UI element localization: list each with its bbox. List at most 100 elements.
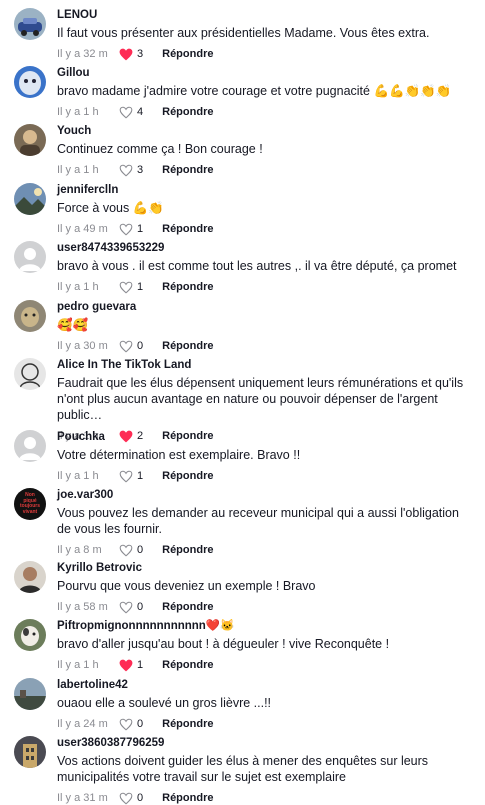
- avatar[interactable]: [14, 430, 46, 462]
- avatar[interactable]: [14, 678, 46, 710]
- reply-button[interactable]: Répondre: [162, 340, 213, 352]
- like-button[interactable]: 0: [119, 340, 143, 353]
- comment-text: Vous pouvez les demander au receveur mun…: [57, 506, 459, 536]
- like-button[interactable]: 0: [119, 601, 143, 614]
- comment-meta: Il y a 1 h 4 Répondre: [57, 105, 475, 119]
- heart-icon: [119, 223, 133, 236]
- reply-button[interactable]: Répondre: [162, 470, 213, 482]
- comment-body: Gillou bravo madame j'admire votre courag…: [57, 66, 475, 119]
- like-count: 0: [137, 792, 144, 804]
- reply-button[interactable]: Répondre: [162, 106, 213, 118]
- like-button[interactable]: 0: [119, 792, 143, 805]
- heart-icon: [119, 659, 133, 672]
- comment-body: Kyrillo Betrovic Pourvu que vous deveniez…: [57, 561, 475, 614]
- timestamp: Il y a 49 m: [57, 223, 108, 235]
- like-count: 4: [137, 106, 144, 118]
- username[interactable]: user3860387796259: [57, 736, 475, 750]
- avatar[interactable]: [14, 124, 46, 156]
- avatar[interactable]: [14, 8, 46, 40]
- comment-body: user8474339653229 bravo à vous . il est c…: [57, 241, 475, 294]
- heart-icon: [119, 106, 133, 119]
- comment-meta: Il y a 1 h 1 Répondre: [57, 469, 475, 483]
- comment-body: labertoline42 ouaou elle a soulevé un gro…: [57, 678, 475, 731]
- avatar[interactable]: [14, 183, 46, 215]
- avatar[interactable]: [14, 619, 46, 651]
- comment-text: bravo madame j'admire votre courage et v…: [57, 84, 452, 98]
- comment-meta: Il y a 30 m 0 Répondre: [57, 339, 475, 353]
- heart-icon: [119, 470, 133, 483]
- username[interactable]: pedro guevara: [57, 300, 475, 314]
- comment-meta: Il y a 32 m 3 Répondre: [57, 47, 475, 61]
- timestamp: Il y a 8 m: [57, 544, 102, 556]
- comment-meta: Il y a 8 m 0 Répondre: [57, 543, 475, 557]
- username[interactable]: Kyrillo Betrovic: [57, 561, 475, 575]
- comment-body: jenniferclln Force à vous 💪👏 Il y a 49 m 1 R…: [57, 183, 475, 236]
- avatar[interactable]: [14, 300, 46, 332]
- heart-icon: [119, 544, 133, 557]
- comment-meta: Il y a 1 h 1 Répondre: [57, 658, 475, 672]
- comment-text: Faudrait que les élus dépensent uniqueme…: [57, 376, 464, 422]
- username[interactable]: Youch: [57, 124, 475, 138]
- timestamp: Il y a 58 m: [57, 601, 108, 613]
- like-count: 1: [137, 281, 144, 293]
- comment-text: Vos actions doivent guider les élus à me…: [57, 754, 429, 784]
- username[interactable]: user8474339653229: [57, 241, 475, 255]
- username[interactable]: joe.var300: [57, 488, 475, 502]
- comment-text: Il faut vous présenter aux présidentiell…: [57, 26, 430, 40]
- reply-button[interactable]: Répondre: [162, 281, 213, 293]
- like-count: 0: [137, 718, 144, 730]
- comment-body: joe.var300 Vous pouvez les demander au re…: [57, 488, 475, 557]
- reply-button[interactable]: Répondre: [162, 601, 213, 613]
- comment-text: 🥰🥰: [57, 318, 89, 332]
- username[interactable]: labertoline42: [57, 678, 475, 692]
- reply-button[interactable]: Répondre: [162, 48, 213, 60]
- heart-icon: [119, 164, 133, 177]
- timestamp: Il y a 32 m: [57, 48, 108, 60]
- avatar[interactable]: [14, 66, 46, 98]
- like-button[interactable]: 1: [119, 223, 143, 236]
- reply-button[interactable]: Répondre: [162, 164, 213, 176]
- heart-icon: [119, 48, 133, 61]
- timestamp: Il y a 31 m: [57, 792, 108, 804]
- timestamp: Il y a 1 h: [57, 659, 99, 671]
- timestamp: Il y a 1 h: [57, 164, 99, 176]
- reply-button[interactable]: Répondre: [162, 544, 213, 556]
- avatar[interactable]: [14, 358, 46, 390]
- comment-meta: Il y a 24 m 0 Répondre: [57, 717, 475, 731]
- username[interactable]: Alice In The TikTok Land: [57, 358, 475, 372]
- like-button[interactable]: 1: [119, 281, 143, 294]
- like-button[interactable]: 1: [119, 470, 143, 483]
- like-button[interactable]: 0: [119, 718, 143, 731]
- comment-meta: Il y a 58 m 0 Répondre: [57, 600, 475, 614]
- like-button[interactable]: 1: [119, 659, 143, 672]
- avatar-text: vivant: [22, 508, 38, 515]
- avatar[interactable]: [14, 736, 46, 768]
- reply-button[interactable]: Répondre: [162, 792, 213, 804]
- comment-meta: Il y a 31 m 0 Répondre: [57, 791, 475, 805]
- avatar[interactable]: [14, 241, 46, 273]
- reply-button[interactable]: Répondre: [162, 718, 213, 730]
- heart-icon: [119, 281, 133, 294]
- like-button[interactable]: 4: [119, 106, 143, 119]
- like-count: 0: [137, 601, 144, 613]
- reply-button[interactable]: Répondre: [162, 659, 213, 671]
- username[interactable]: LENOU: [57, 8, 475, 22]
- heart-icon: [119, 718, 133, 731]
- heart-icon: [119, 792, 133, 805]
- comment-body: user3860387796259 Vos actions doivent gui…: [57, 736, 475, 805]
- comment-text: Continuez comme ça ! Bon courage !: [57, 142, 263, 156]
- avatar[interactable]: [14, 561, 46, 593]
- heart-icon: [119, 340, 133, 353]
- comment-body: LENOU Il faut vous présenter aux présiden…: [57, 8, 475, 61]
- like-button[interactable]: 0: [119, 544, 143, 557]
- comment-text: bravo d'aller jusqu'au bout ! à dégueule…: [57, 637, 390, 651]
- username[interactable]: Piftropmignonnnnnnnnnnn❤️🐱: [57, 619, 475, 633]
- username[interactable]: Pouchka: [57, 430, 475, 444]
- username[interactable]: Gillou: [57, 66, 475, 80]
- username[interactable]: jenniferclln: [57, 183, 475, 197]
- like-button[interactable]: 3: [119, 164, 143, 177]
- like-button[interactable]: 3: [119, 48, 143, 61]
- reply-button[interactable]: Répondre: [162, 223, 213, 235]
- avatar[interactable]: Non piqué toujours vivant: [14, 488, 46, 520]
- comment-meta: Il y a 1 h 3 Répondre: [57, 163, 475, 177]
